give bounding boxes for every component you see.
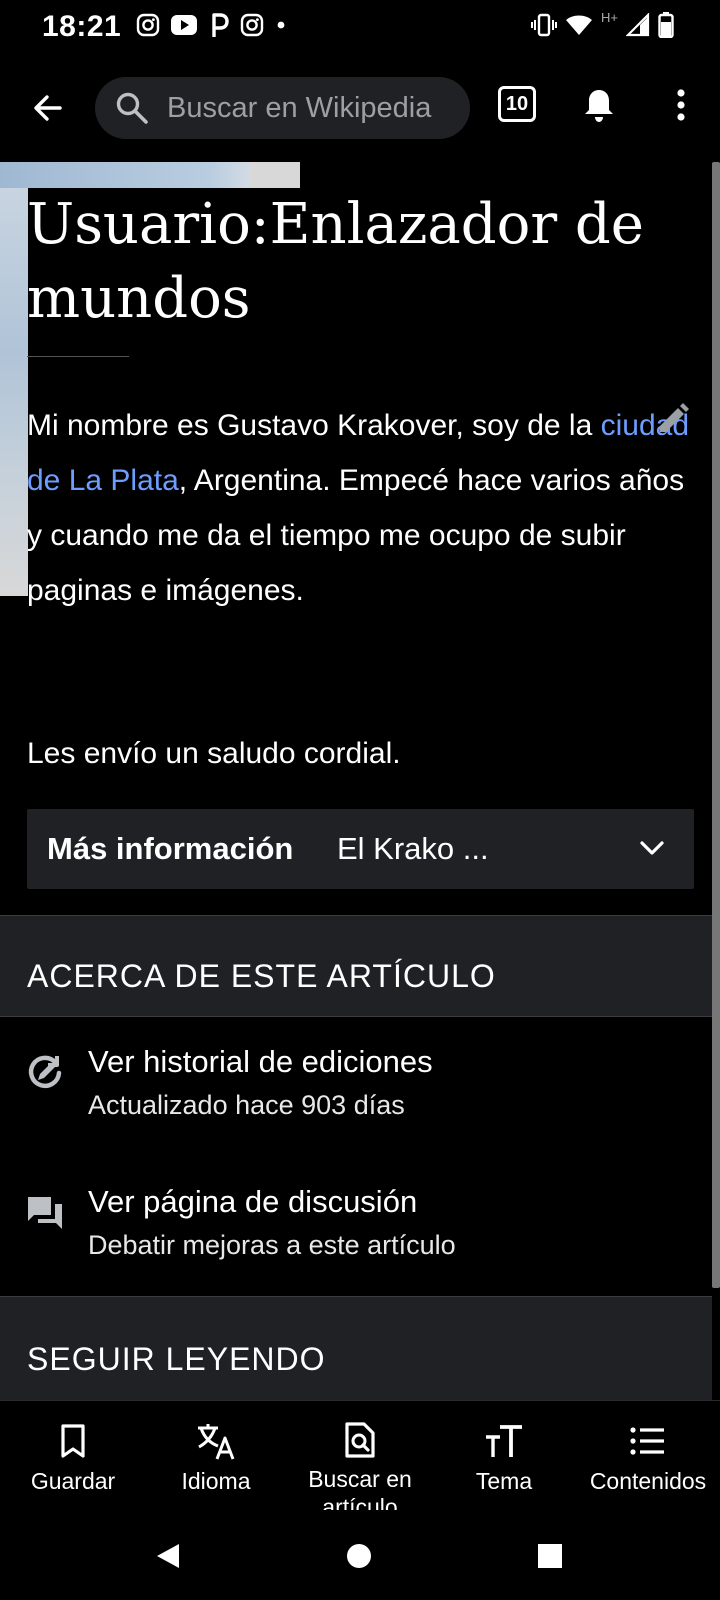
status-bar: 18:21 H+ — [0, 0, 720, 56]
page-title: Usuario:Enlazador de mundos — [27, 192, 644, 331]
instagram-icon — [136, 13, 160, 37]
nav-back-icon — [157, 1544, 179, 1568]
bookmark-icon — [58, 1421, 88, 1461]
chevron-down-icon — [640, 841, 664, 855]
youtube-icon — [171, 15, 197, 35]
talk-title: Ver página de discusión — [88, 1184, 418, 1219]
nav-back-button[interactable] — [146, 1534, 190, 1578]
theme-label: Tema — [475, 1468, 533, 1494]
wifi-icon — [566, 15, 593, 35]
vibrate-icon — [531, 13, 558, 37]
title-divider — [27, 356, 129, 357]
find-in-article-button[interactable]: Buscar en artículo — [292, 1401, 428, 1520]
system-status-icons: H+ — [531, 9, 674, 38]
system-nav-bar — [0, 1510, 720, 1600]
talk-subtitle: Debatir mejoras a este artículo — [88, 1230, 456, 1260]
back-button[interactable] — [24, 84, 72, 132]
more-info-label: Más información — [47, 831, 294, 866]
battery-icon — [658, 12, 674, 38]
history-subtitle: Actualizado hace 903 días — [88, 1090, 405, 1120]
language-label: Idioma — [181, 1468, 251, 1494]
pencil-icon — [660, 403, 689, 432]
lead-image-left-strip — [0, 188, 28, 596]
paragraph-text: Mi nombre es Gustavo Krakover, soy de la — [27, 409, 601, 442]
text-size-icon — [484, 1421, 524, 1461]
contents-label: Contenidos — [589, 1468, 707, 1494]
history-title: Ver historial de ediciones — [88, 1044, 433, 1079]
notifications-button[interactable] — [578, 84, 620, 126]
more-info-collapsible[interactable]: Más información El Krako ... — [27, 809, 694, 889]
bell-icon — [585, 90, 613, 122]
section-heading: ACERCA DE ESTE ARTÍCULO — [27, 958, 496, 994]
dot-icon — [277, 21, 285, 29]
talk-icon — [24, 1192, 66, 1234]
pinterest-icon — [212, 13, 229, 37]
view-edit-history-item[interactable]: Ver historial de ediciones Actualizado h… — [0, 1030, 712, 1150]
network-type-label: H+ — [601, 9, 618, 25]
view-talk-page-item[interactable]: Ver página de discusión Debatir mejoras … — [0, 1170, 712, 1290]
scrollbar[interactable] — [712, 162, 720, 1288]
about-article-header: ACERCA DE ESTE ARTÍCULO — [0, 915, 712, 1017]
continue-reading-header: SEGUIR LEYENDO — [0, 1296, 712, 1400]
article-action-bar: Guardar Idioma Buscar en artículo Tema C… — [0, 1400, 720, 1520]
edit-section-button[interactable] — [652, 398, 694, 440]
back-arrow-icon — [34, 95, 62, 121]
history-icon — [24, 1052, 66, 1094]
notification-icons — [136, 12, 288, 38]
search-icon — [116, 92, 148, 124]
contents-button[interactable]: Contenidos — [580, 1401, 716, 1511]
lead-image-corner — [250, 162, 300, 188]
translate-icon — [196, 1421, 236, 1461]
search-input[interactable] — [167, 77, 462, 139]
more-vert-icon — [677, 89, 685, 121]
find-in-page-icon — [344, 1421, 376, 1459]
signal-icon — [626, 13, 650, 37]
list-icon — [630, 1421, 666, 1461]
section-heading: SEGUIR LEYENDO — [27, 1341, 326, 1377]
article-paragraph: Mi nombre es Gustavo Krakover, soy de la… — [27, 398, 697, 618]
nav-recents-button[interactable] — [528, 1534, 572, 1578]
save-button[interactable]: Guardar — [14, 1401, 132, 1511]
tabs-counter-button[interactable]: 10 — [498, 86, 536, 122]
nav-recents-icon — [538, 1544, 562, 1568]
more-info-value: El Krako ... — [337, 831, 489, 866]
instagram-icon — [240, 13, 264, 37]
save-label: Guardar — [30, 1468, 116, 1494]
language-button[interactable]: Idioma — [160, 1401, 272, 1511]
search-box[interactable] — [95, 77, 470, 139]
article-paragraph-2: Les envío un saludo cordial. — [27, 737, 401, 770]
status-time: 18:21 — [42, 10, 122, 43]
more-options-button[interactable] — [660, 84, 702, 126]
theme-button[interactable]: Tema — [452, 1401, 556, 1511]
nav-home-button[interactable] — [337, 1534, 381, 1578]
nav-home-icon — [347, 1544, 371, 1568]
top-toolbar: 10 — [0, 70, 720, 144]
